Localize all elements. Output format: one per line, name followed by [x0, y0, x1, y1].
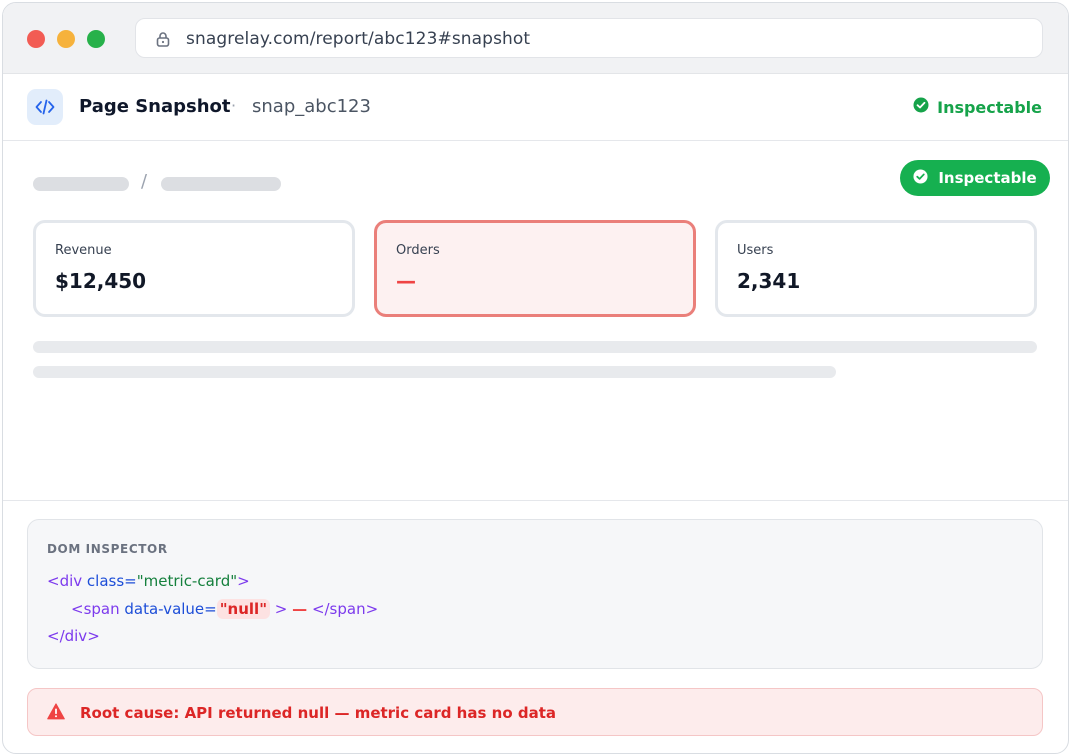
address-bar[interactable]: snagrelay.com/report/abc123#snapshot	[135, 18, 1043, 58]
status-badge: Inspectable	[900, 160, 1050, 196]
metric-label: Users	[737, 243, 774, 258]
code-tag: >	[274, 600, 288, 618]
check-circle-icon	[913, 168, 928, 188]
metric-value: $12,450	[55, 269, 147, 293]
metric-card-orders: Orders —	[374, 220, 696, 317]
code-content: —	[292, 600, 308, 618]
snapshot-id: snap_abc123	[252, 96, 371, 117]
code-tag: </span>	[311, 600, 379, 618]
check-circle-icon	[913, 97, 929, 117]
page-preview: / Inspectable Revenue $12,450 Orders — U…	[3, 142, 1068, 502]
url-text: snagrelay.com/report/abc123#snapshot	[186, 29, 531, 49]
section-divider	[3, 500, 1068, 501]
metric-label: Revenue	[55, 243, 112, 258]
dom-inspector-panel: DOM INSPECTOR <div class="metric-card"> …	[27, 519, 1043, 669]
metric-label: Orders	[396, 243, 440, 258]
code-line: <span data-value= "null" > — </span>	[71, 599, 379, 619]
content-placeholder	[33, 366, 836, 378]
close-window-button[interactable]	[27, 30, 45, 48]
code-attr: data-value=	[124, 600, 217, 618]
metric-card-users: Users 2,341	[715, 220, 1037, 317]
code-line: </div>	[47, 627, 100, 645]
breadcrumb-placeholder	[161, 177, 281, 191]
metric-card-revenue: Revenue $12,450	[33, 220, 355, 317]
app-header: Page Snapshot · snap_abc123 Inspectable	[3, 75, 1068, 141]
maximize-window-button[interactable]	[87, 30, 105, 48]
null-value-highlight: "null"	[216, 599, 271, 619]
code-attr: class=	[86, 572, 137, 590]
status-indicator: Inspectable	[913, 97, 1042, 117]
minimize-window-button[interactable]	[57, 30, 75, 48]
code-tag: >	[237, 572, 250, 590]
code-string: "metric-card"	[136, 572, 238, 590]
page-title: Page Snapshot	[79, 96, 231, 117]
status-badge-label: Inspectable	[938, 169, 1037, 187]
metric-value: —	[396, 269, 416, 293]
warning-icon	[47, 703, 65, 724]
code-line: <div class="metric-card">	[47, 572, 250, 590]
browser-window: snagrelay.com/report/abc123#snapshot Pag…	[2, 2, 1069, 754]
status-text: Inspectable	[937, 97, 1042, 117]
root-cause-alert: Root cause: API returned null — metric c…	[27, 688, 1043, 736]
inspector-title: DOM INSPECTOR	[47, 542, 168, 556]
code-tag: <span	[71, 600, 120, 618]
breadcrumb-separator: /	[141, 171, 148, 192]
lock-icon	[154, 30, 172, 48]
breadcrumb-placeholder	[33, 177, 129, 191]
title-separator: ·	[231, 96, 237, 115]
code-tag: </div>	[47, 627, 100, 645]
metric-value: 2,341	[737, 269, 801, 293]
code-icon	[27, 89, 63, 125]
content-placeholder	[33, 341, 1037, 353]
code-tag: <div	[47, 572, 83, 590]
browser-chrome: snagrelay.com/report/abc123#snapshot	[3, 3, 1068, 74]
root-cause-text: Root cause: API returned null — metric c…	[80, 704, 556, 722]
